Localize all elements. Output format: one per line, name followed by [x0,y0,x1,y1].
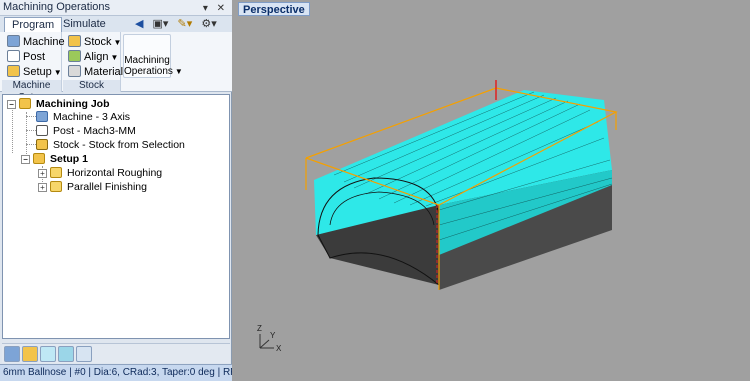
stock-button[interactable]: Stock ▼ [68,35,121,50]
stock-group-label: Stock [63,80,120,92]
tree-item-label: Machining Job [36,98,110,110]
tree-connector [26,130,36,131]
simulation-tool-icon[interactable] [58,346,74,362]
toolpath-tool-icon[interactable] [40,346,56,362]
tree-connector [26,116,36,117]
setup-icon [7,65,20,77]
folder-icon [50,181,62,192]
post-icon [36,125,48,136]
machining-operations-button[interactable]: Machining Operations ▼ [123,34,183,78]
tree-item-label: Setup 1 [50,153,88,165]
setup-icon [33,153,45,164]
align-icon [68,50,81,62]
setup-button-label: Setup [23,66,52,78]
machine-button[interactable]: Machine [7,35,65,50]
setup-button[interactable]: Setup ▼ [7,65,62,80]
folder-icon [50,167,62,178]
machine-icon [36,111,48,122]
machine-setup-tool-icon[interactable] [4,346,20,362]
material-icon [68,65,81,77]
stock-tool-icon[interactable] [22,346,38,362]
tree-item-label: Machine - 3 Axis [53,111,131,123]
job-folder-icon [19,98,31,109]
machining-operations-dropdown-icon: ▼ [174,67,183,76]
material-button-label: Material [84,66,124,78]
status-bar: 6mm Ballnose | #0 | Dia:6, CRad:3, Taper… [0,364,232,381]
align-button-label: Align [84,51,109,63]
tree-item-stock[interactable]: Stock - Stock from Selection [36,138,185,152]
axis-y-label: Y [270,331,276,340]
panel-title: Machining Operations [3,1,111,13]
tree-item-setup[interactable]: − Setup 1 [21,152,88,166]
group-machine-setup: Machine Post Setup▼ Machine Setup [2,32,65,103]
group-stock: Stock ▼ Align ▼ Material Stock [63,32,123,92]
tab-program[interactable]: Program [4,17,63,32]
ribbon: Machine Post Setup▼ Machine Setup Stock▼… [0,32,232,103]
toolbar-settings-icon[interactable]: ⚙▾ [201,17,216,30]
tree-item-label: Post - Mach3-MM [53,125,136,137]
tree-item-horizontal-roughing[interactable]: + Horizontal Roughing [38,166,162,180]
panel-title-bar: Machining Operations ▾ ✕ [0,0,232,16]
tree-item-label: Stock - Stock from Selection [53,139,185,151]
machining-operations-label: Machining Operations [124,55,173,77]
machine-button-label: Machine [23,36,65,48]
post-icon [7,50,20,62]
stock-icon [68,35,81,47]
axis-z-label: Z [257,324,262,333]
expand-icon[interactable]: + [38,169,47,178]
tree-connector [12,106,13,153]
stock-button-label: Stock [84,36,112,48]
stock-dropdown-icon: ▼ [113,38,122,47]
toolbar-view-icon[interactable]: ▣▾ [153,17,169,30]
perspective-viewport[interactable]: Z Y X Perspective [234,0,750,381]
tree-item-label: Parallel Finishing [67,181,147,193]
expand-icon[interactable]: + [38,183,47,192]
viewport-label[interactable]: Perspective [238,2,310,16]
machine-setup-label: Machine Setup [2,80,61,103]
tree-item-post[interactable]: Post - Mach3-MM [36,124,136,138]
collapse-icon[interactable]: − [21,155,30,164]
collapse-icon[interactable]: − [7,100,16,109]
align-dropdown-icon: ▼ [110,53,119,62]
tree-item-label: Horizontal Roughing [67,167,163,179]
tree-item-machining-job[interactable]: − Machining Job [7,97,110,111]
post-button-label: Post [23,51,46,63]
stock-icon [36,139,48,150]
toolbar-arrow-icon[interactable]: ◀ [135,17,143,30]
axis-x-label: X [276,344,282,353]
machining-operations-panel: Machining Operations ▾ ✕ Program Simulat… [0,0,232,381]
tree-item-parallel-finishing[interactable]: + Parallel Finishing [38,180,147,194]
panel-window-controls[interactable]: ▾ ✕ [203,1,228,16]
material-button[interactable]: Material [68,65,123,80]
bottom-toolbar [2,343,230,363]
toolpath-scene[interactable]: Z Y X [234,0,750,381]
panel-quick-toolbar: ◀ ▣▾ ✎▾ ⚙▾ ◉ [135,17,231,43]
operations-tree: − Machining Job Machine - 3 Axis Post - M… [2,94,230,339]
post-process-tool-icon[interactable] [76,346,92,362]
post-button[interactable]: Post [7,50,45,65]
toolbar-tools-icon[interactable]: ✎▾ [178,17,193,30]
tree-item-machine[interactable]: Machine - 3 Axis [36,110,130,124]
setup-dropdown-icon: ▼ [53,68,62,77]
align-button[interactable]: Align ▼ [68,50,118,65]
machine-icon [7,35,20,47]
tree-connector [26,144,36,145]
tab-simulate[interactable]: Simulate [56,17,113,32]
